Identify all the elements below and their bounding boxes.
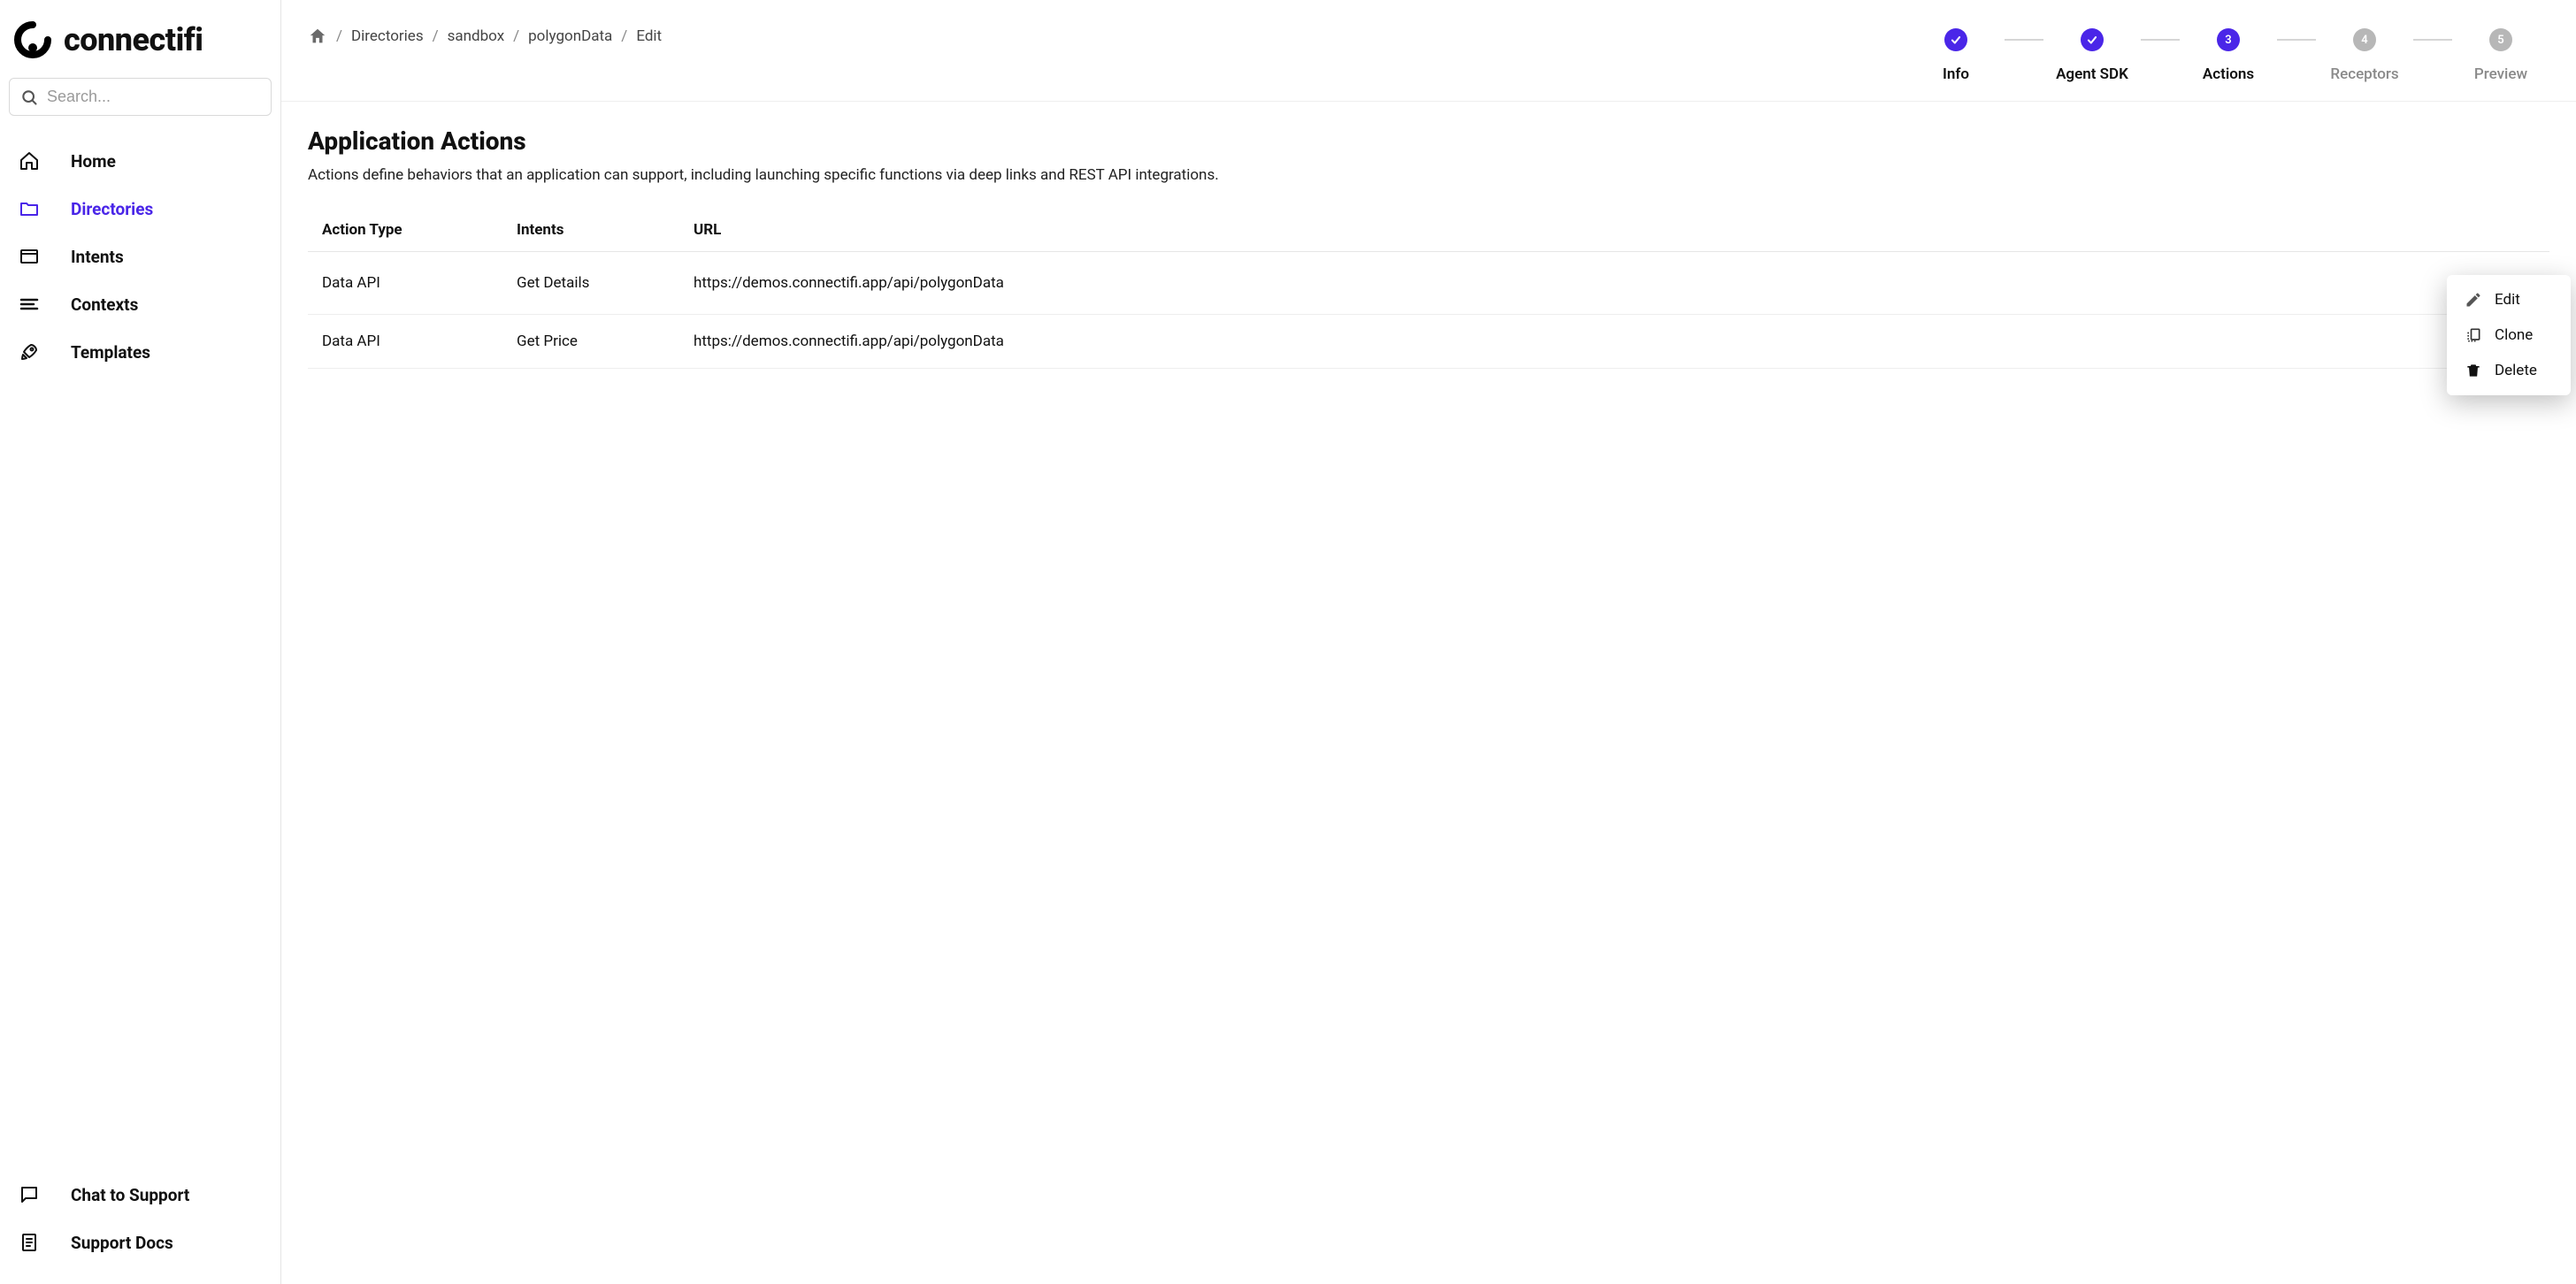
breadcrumb-sep: / <box>621 27 627 45</box>
step-label: Preview <box>2474 65 2527 83</box>
folder-icon <box>18 197 41 220</box>
breadcrumb-sep: / <box>336 27 342 45</box>
sidebar-bottom: Chat to Support Support Docs <box>9 1171 272 1266</box>
cell-action-type: Data API <box>308 315 502 369</box>
edit-icon <box>2465 291 2482 309</box>
home-icon <box>18 149 41 172</box>
sidebar-item-contexts[interactable]: Contexts <box>9 280 272 328</box>
sidebar-item-label: Chat to Support <box>71 1185 189 1205</box>
col-action-type: Action Type <box>308 209 502 252</box>
step-number: 5 <box>2489 28 2512 51</box>
brand-logo[interactable]: connectifi <box>9 16 272 73</box>
menu-item-label: Edit <box>2495 291 2520 309</box>
step-actions[interactable]: 3 Actions <box>2180 28 2277 83</box>
window-icon <box>18 245 41 268</box>
table-row: Data API Get Details https://demos.conne… <box>308 252 2549 315</box>
step-label: Receptors <box>2330 65 2398 83</box>
sidebar-item-templates[interactable]: Templates <box>9 328 272 376</box>
check-icon <box>1944 28 1967 51</box>
search-input[interactable] <box>47 88 260 106</box>
doc-icon <box>18 1231 41 1254</box>
breadcrumb-directories[interactable]: Directories <box>351 27 424 45</box>
cell-url: https://demos.connectifi.app/api/polygon… <box>679 315 2496 369</box>
table-row: Data API Get Price https://demos.connect… <box>308 315 2549 369</box>
brand-mark-icon <box>14 21 51 58</box>
breadcrumb-polygondata[interactable]: polygonData <box>528 27 612 45</box>
main: / Directories / sandbox / polygonData / … <box>281 0 2576 1284</box>
step-agent-sdk[interactable]: Agent SDK <box>2043 28 2141 83</box>
breadcrumbs: / Directories / sandbox / polygonData / … <box>308 27 662 46</box>
step-receptors[interactable]: 4 Receptors <box>2316 28 2413 83</box>
step-number: 4 <box>2353 28 2376 51</box>
step-info[interactable]: Info <box>1907 28 2005 83</box>
step-connector <box>2005 39 2043 41</box>
menu-item-edit[interactable]: Edit <box>2447 282 2571 317</box>
sidebar-item-chat-support[interactable]: Chat to Support <box>9 1171 272 1219</box>
clone-icon <box>2465 326 2482 344</box>
page-description: Actions define behaviors that an applica… <box>308 166 2549 184</box>
step-connector <box>2141 39 2180 41</box>
col-intents: Intents <box>502 209 679 252</box>
breadcrumb-sep: / <box>513 27 519 45</box>
menu-item-label: Clone <box>2495 326 2533 344</box>
sidebar-item-label: Contexts <box>71 294 138 315</box>
sidebar-item-support-docs[interactable]: Support Docs <box>9 1219 272 1266</box>
step-label: Info <box>1943 65 1969 83</box>
step-number: 3 <box>2217 28 2240 51</box>
menu-item-clone[interactable]: Clone <box>2447 317 2571 353</box>
content: Application Actions Actions define behav… <box>281 102 2576 1284</box>
breadcrumb-sep: / <box>433 27 439 45</box>
breadcrumb-home-icon[interactable] <box>308 27 327 46</box>
sidebar-item-label: Support Docs <box>71 1233 173 1253</box>
breadcrumb-sandbox[interactable]: sandbox <box>448 27 505 45</box>
delete-icon <box>2465 362 2482 379</box>
check-icon <box>2081 28 2104 51</box>
step-connector <box>2277 39 2316 41</box>
sidebar-item-intents[interactable]: Intents <box>9 233 272 280</box>
topbar: / Directories / sandbox / polygonData / … <box>281 0 2576 102</box>
sidebar-item-label: Templates <box>71 342 150 363</box>
search-icon <box>20 88 38 106</box>
search-box[interactable] <box>9 78 272 116</box>
cell-intents: Get Details <box>502 252 679 315</box>
sidebar-item-label: Home <box>71 151 116 172</box>
step-label: Agent SDK <box>2056 65 2128 83</box>
col-url: URL <box>679 209 2496 252</box>
list-icon <box>18 293 41 316</box>
sidebar-item-label: Intents <box>71 247 124 267</box>
sidebar-nav: Home Directories Intents Contexts <box>9 137 272 376</box>
menu-item-label: Delete <box>2495 362 2537 379</box>
brand-name: connectifi <box>64 21 203 58</box>
page-title: Application Actions <box>308 126 2549 156</box>
breadcrumb-edit: Edit <box>636 27 662 45</box>
cell-url: https://demos.connectifi.app/api/polygon… <box>679 252 2496 315</box>
rocket-icon <box>18 340 41 363</box>
sidebar-item-label: Directories <box>71 199 153 219</box>
step-preview[interactable]: 5 Preview <box>2452 28 2549 83</box>
menu-item-delete[interactable]: Delete <box>2447 353 2571 388</box>
stepper: Info Agent SDK 3 Actions 4 Recepto <box>1907 27 2549 83</box>
sidebar-item-directories[interactable]: Directories <box>9 185 272 233</box>
chat-icon <box>18 1183 41 1206</box>
cell-action-type: Data API <box>308 252 502 315</box>
cell-intents: Get Price <box>502 315 679 369</box>
sidebar-item-home[interactable]: Home <box>9 137 272 185</box>
actions-table: Action Type Intents URL Data API Get Det… <box>308 209 2549 369</box>
step-label: Actions <box>2203 65 2254 83</box>
step-connector <box>2413 39 2452 41</box>
row-context-menu: Edit Clone Delete <box>2447 275 2571 395</box>
sidebar: connectifi Home Directories <box>0 0 281 1284</box>
